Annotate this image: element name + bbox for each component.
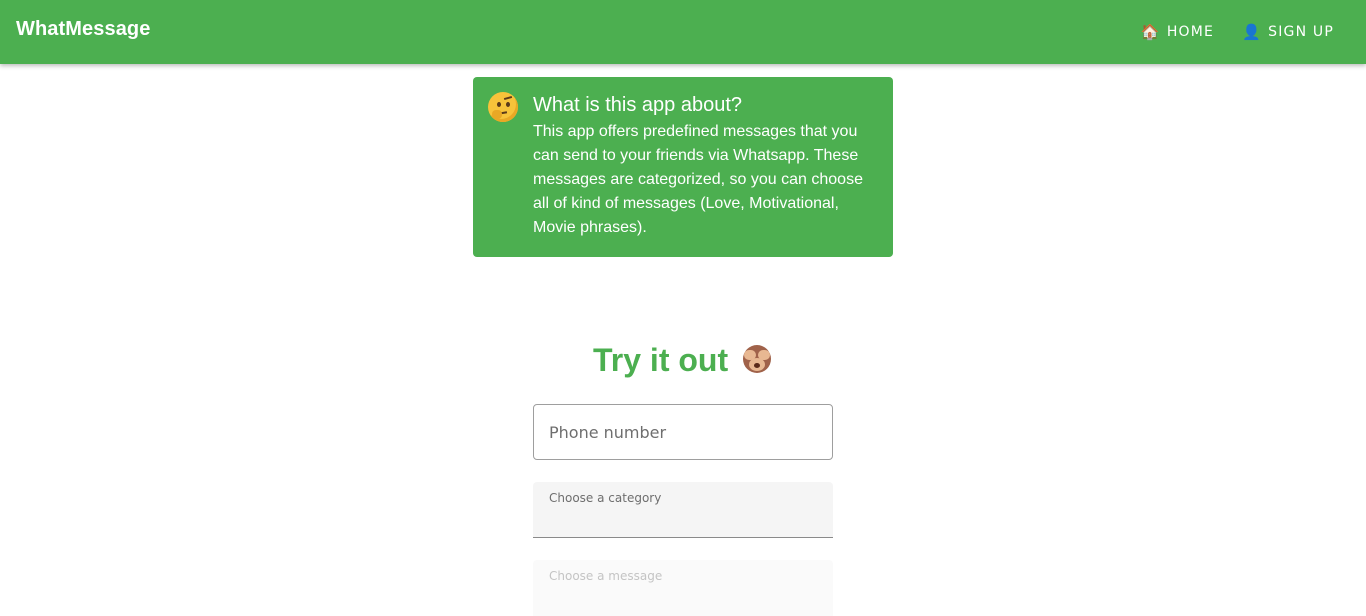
phone-number-input[interactable] [533, 404, 833, 460]
sign-up-button[interactable]: 👤 SIGN UP [1230, 14, 1350, 50]
brand-title[interactable]: WhatMessage [16, 18, 150, 41]
try-it-out-heading: Try it out [0, 342, 1366, 379]
try-it-out-text: Try it out [593, 342, 729, 378]
message-select-label: Choose a message [549, 569, 663, 583]
top-app-bar: WhatMessage 🏠 HOME 👤 SIGN UP [0, 0, 1366, 64]
category-select[interactable]: Choose a category [533, 482, 833, 538]
about-card-text: This app offers predefined messages that… [533, 123, 863, 236]
about-card-title: What is this app about? [533, 94, 743, 116]
user-icon: 👤 [1242, 23, 1262, 41]
sign-up-button-label: SIGN UP [1268, 24, 1334, 40]
see-no-evil-monkey-icon [741, 343, 773, 375]
nav-bar: 🏠 HOME 👤 SIGN UP [1129, 0, 1350, 64]
about-card: What is this app about? This app offers … [473, 77, 893, 257]
home-button-label: HOME [1166, 24, 1215, 40]
home-button[interactable]: 🏠 HOME [1129, 14, 1230, 50]
house-icon: 🏠 [1140, 23, 1161, 41]
thinking-face-icon [488, 92, 518, 122]
category-select-label: Choose a category [549, 491, 662, 505]
